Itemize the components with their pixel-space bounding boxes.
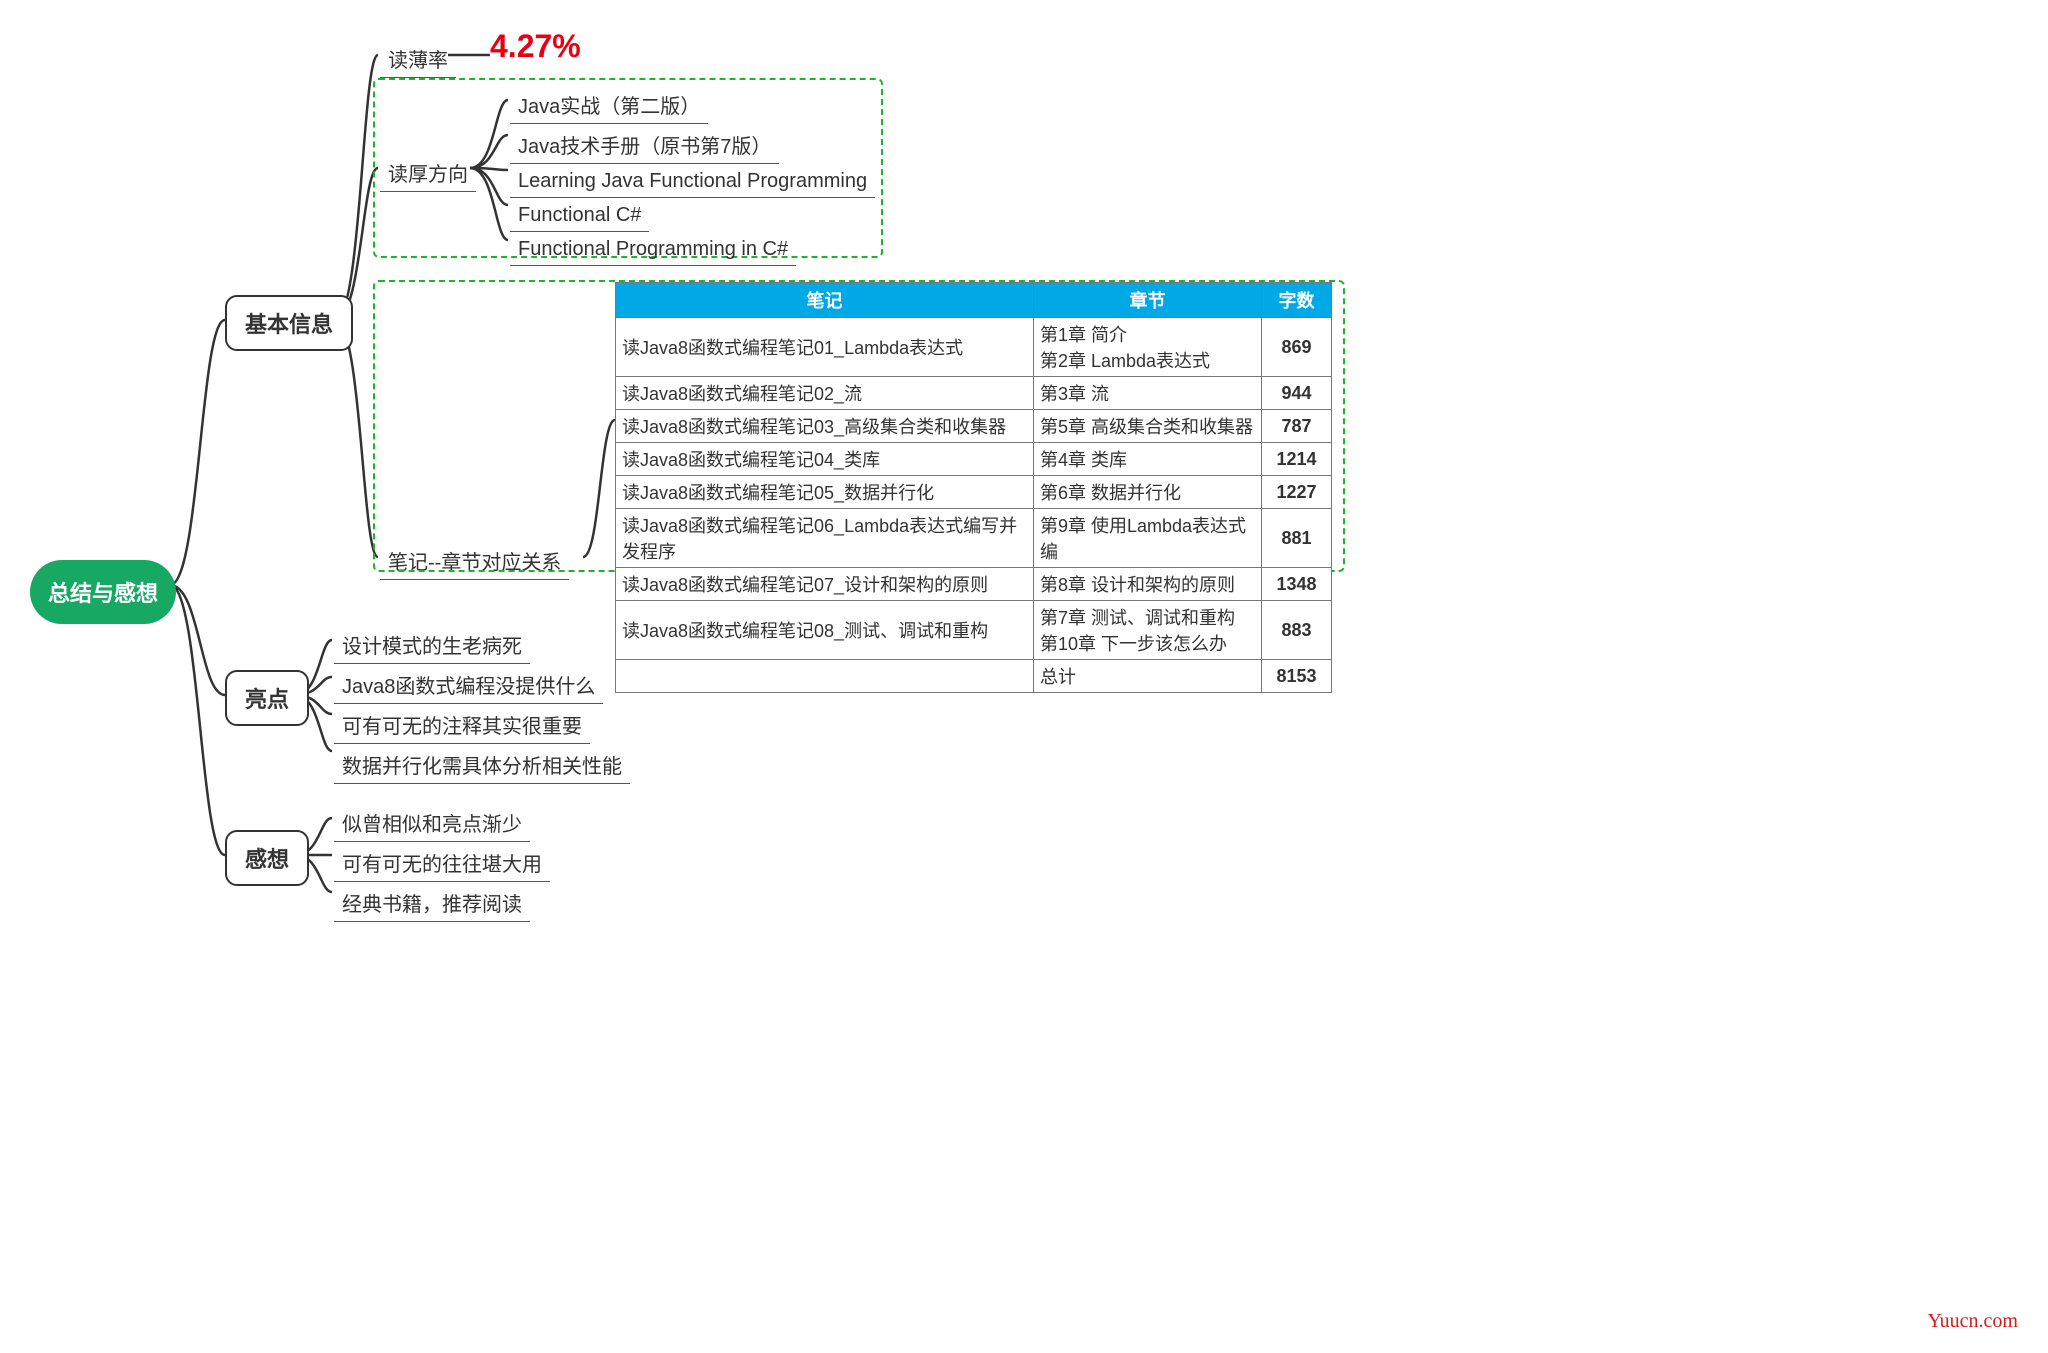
table-row: 读Java8函数式编程笔记08_测试、调试和重构第7章 测试、调试和重构 第10…: [616, 601, 1332, 660]
cell-note: 读Java8函数式编程笔记07_设计和架构的原则: [616, 568, 1034, 601]
notes-chapter-table: 笔记 章节 字数 读Java8函数式编程笔记01_Lambda表达式第1章 简介…: [615, 282, 1332, 693]
cell-count: 1348: [1262, 568, 1332, 601]
thought-item: 经典书籍，推荐阅读: [334, 884, 530, 922]
cell-chapter: 第4章 类库: [1034, 443, 1262, 476]
table-row: 读Java8函数式编程笔记06_Lambda表达式编写并发程序第9章 使用Lam…: [616, 509, 1332, 568]
highlight-item: 可有可无的注释其实很重要: [334, 706, 590, 744]
cell-chapter: 第9章 使用Lambda表达式编: [1034, 509, 1262, 568]
highlight-item: 设计模式的生老病死: [334, 626, 530, 664]
cell-chapter: 第8章 设计和架构的原则: [1034, 568, 1262, 601]
cell-chapter: 第7章 测试、调试和重构 第10章 下一步该怎么办: [1034, 601, 1262, 660]
thin-rate-value: 4.27%: [490, 28, 581, 65]
book-item: Java技术手册（原书第7版）: [510, 126, 779, 164]
leaf-thin-rate-label: 读薄率: [380, 40, 456, 78]
branch-highlights[interactable]: 亮点: [225, 670, 309, 726]
cell-count: 881: [1262, 509, 1332, 568]
cell-note: 读Java8函数式编程笔记05_数据并行化: [616, 476, 1034, 509]
cell-count: 869: [1262, 318, 1332, 377]
cell-note: 读Java8函数式编程笔记08_测试、调试和重构: [616, 601, 1034, 660]
thought-item: 可有可无的往往堪大用: [334, 844, 550, 882]
table-header-row: 笔记 章节 字数: [616, 283, 1332, 318]
cell-note: 读Java8函数式编程笔记04_类库: [616, 443, 1034, 476]
cell-chapter: 第6章 数据并行化: [1034, 476, 1262, 509]
cell-chapter: 第5章 高级集合类和收集器: [1034, 410, 1262, 443]
highlights-group: 设计模式的生老病死 Java8函数式编程没提供什么 可有可无的注释其实很重要 数…: [334, 624, 630, 786]
book-item: Java实战（第二版）: [510, 86, 708, 124]
cell-chapter: 第3章 流: [1034, 377, 1262, 410]
cell-count: 883: [1262, 601, 1332, 660]
cell-count: 1227: [1262, 476, 1332, 509]
branch-basic-info[interactable]: 基本信息: [225, 295, 353, 351]
cell-note: [616, 660, 1034, 693]
table-row: 读Java8函数式编程笔记03_高级集合类和收集器第5章 高级集合类和收集器78…: [616, 410, 1332, 443]
book-item: Functional C#: [510, 200, 649, 232]
branch-thoughts[interactable]: 感想: [225, 830, 309, 886]
table-row: 读Java8函数式编程笔记01_Lambda表达式第1章 简介 第2章 Lamb…: [616, 318, 1332, 377]
highlight-item: 数据并行化需具体分析相关性能: [334, 746, 630, 784]
cell-count: 787: [1262, 410, 1332, 443]
table-total-row: 总计8153: [616, 660, 1332, 693]
cell-chapter: 第1章 简介 第2章 Lambda表达式: [1034, 318, 1262, 377]
root-node[interactable]: 总结与感想: [30, 560, 176, 624]
cell-count: 1214: [1262, 443, 1332, 476]
cell-note: 读Java8函数式编程笔记06_Lambda表达式编写并发程序: [616, 509, 1034, 568]
cell-count: 944: [1262, 377, 1332, 410]
book-item: Learning Java Functional Programming: [510, 166, 875, 198]
thoughts-group: 似曾相似和亮点渐少 可有可无的往往堪大用 经典书籍，推荐阅读: [334, 802, 550, 924]
table-row: 读Java8函数式编程笔记07_设计和架构的原则第8章 设计和架构的原则1348: [616, 568, 1332, 601]
th-chapter: 章节: [1034, 283, 1262, 318]
cell-note: 读Java8函数式编程笔记03_高级集合类和收集器: [616, 410, 1034, 443]
highlight-item: Java8函数式编程没提供什么: [334, 666, 603, 704]
thick-books-group: Java实战（第二版） Java技术手册（原书第7版） Learning Jav…: [510, 84, 875, 268]
th-note: 笔记: [616, 283, 1034, 318]
thought-item: 似曾相似和亮点渐少: [334, 804, 530, 842]
cell-note: 读Java8函数式编程笔记01_Lambda表达式: [616, 318, 1034, 377]
table-row: 读Java8函数式编程笔记04_类库第4章 类库1214: [616, 443, 1332, 476]
book-item: Functional Programming in C#: [510, 234, 796, 266]
table-row: 读Java8函数式编程笔记05_数据并行化第6章 数据并行化1227: [616, 476, 1332, 509]
cell-count: 8153: [1262, 660, 1332, 693]
th-count: 字数: [1262, 283, 1332, 318]
cell-note: 读Java8函数式编程笔记02_流: [616, 377, 1034, 410]
cell-chapter: 总计: [1034, 660, 1262, 693]
table-row: 读Java8函数式编程笔记02_流第3章 流944: [616, 377, 1332, 410]
watermark: Yuucn.com: [1927, 1310, 2018, 1333]
